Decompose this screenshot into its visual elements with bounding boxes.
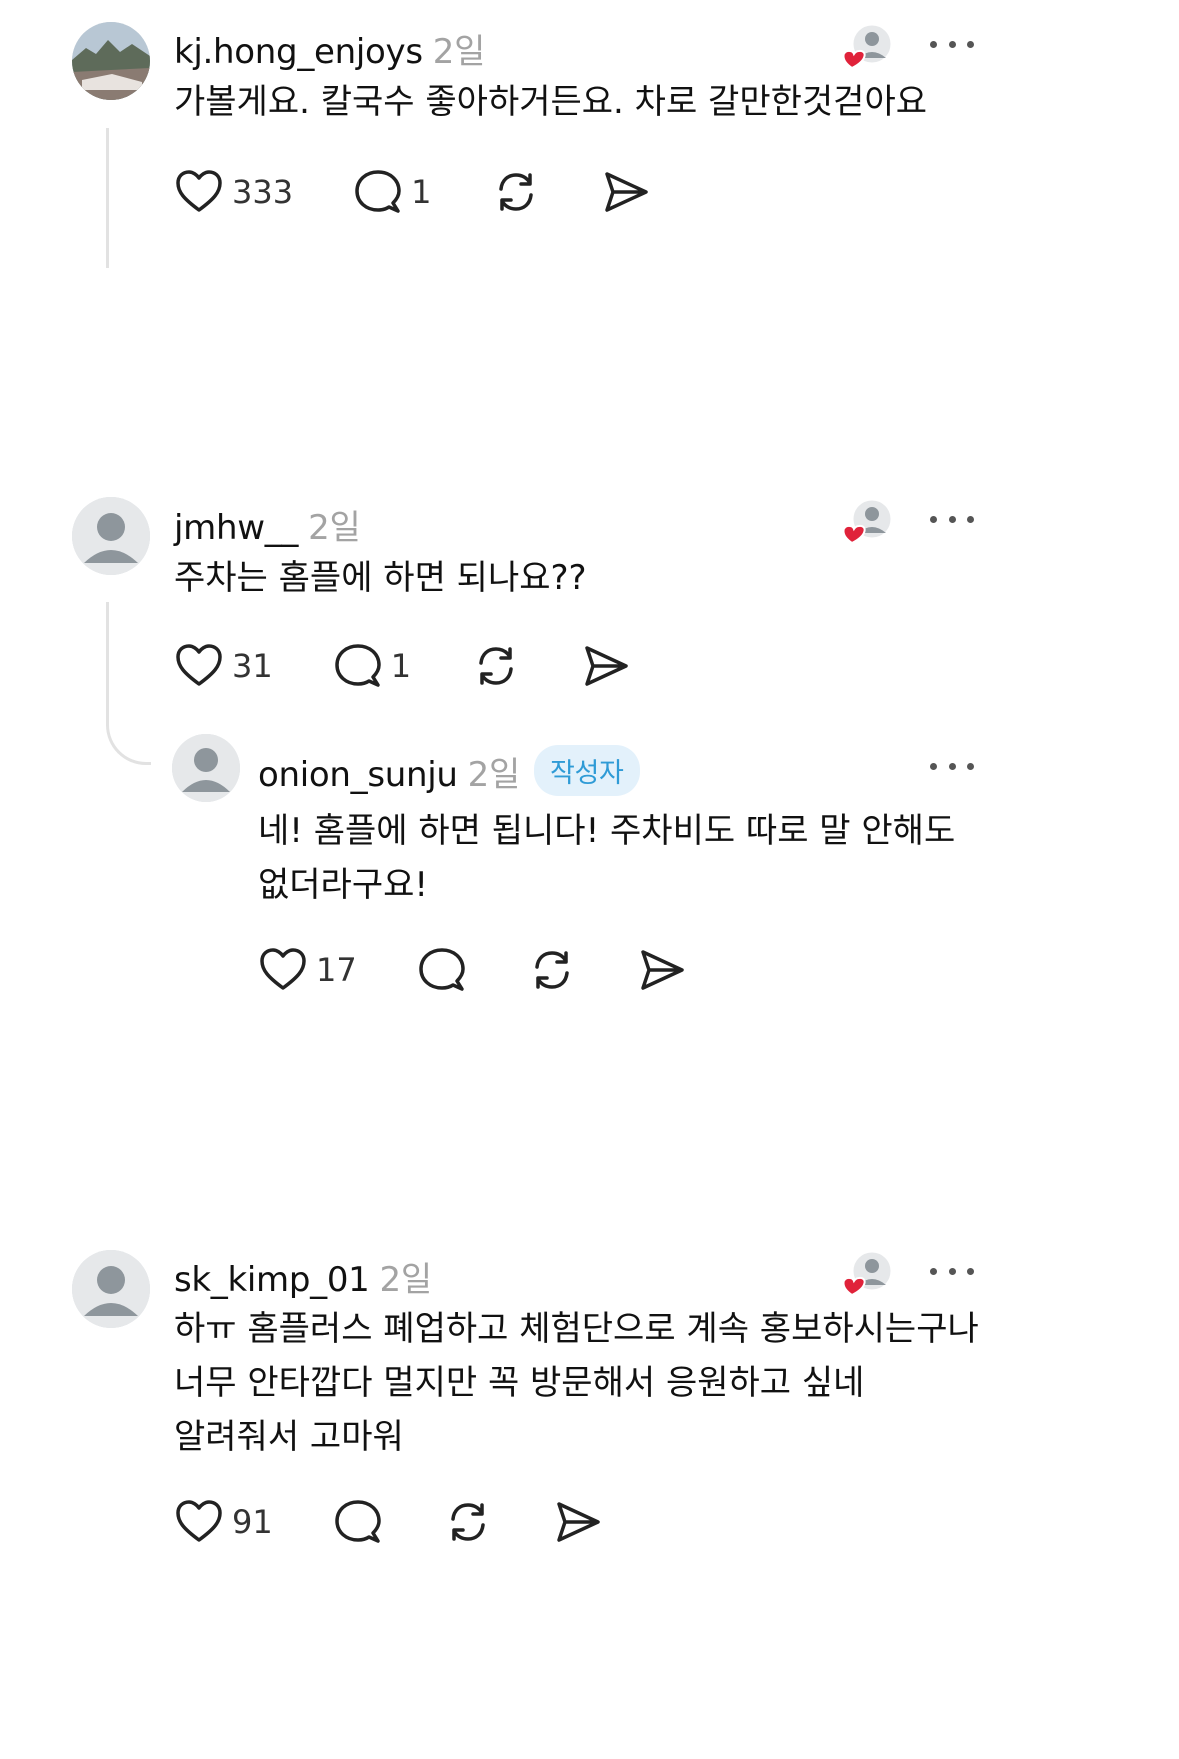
like-button[interactable]: 31 bbox=[174, 641, 273, 691]
avatar[interactable] bbox=[172, 734, 240, 802]
reply-button[interactable] bbox=[333, 1497, 383, 1547]
reply-count: 1 bbox=[390, 647, 412, 685]
like-count: 91 bbox=[232, 1503, 273, 1541]
heart-icon bbox=[176, 1500, 222, 1542]
repost-icon bbox=[534, 951, 569, 989]
avatar[interactable] bbox=[72, 1250, 150, 1328]
thread-line bbox=[106, 128, 149, 268]
more-icon[interactable] bbox=[930, 513, 974, 525]
repost-button[interactable] bbox=[443, 1497, 493, 1547]
reply-count: 1 bbox=[411, 173, 432, 211]
repost-icon bbox=[479, 647, 513, 685]
comment-icon bbox=[334, 644, 381, 687]
thread-connector bbox=[106, 720, 151, 765]
timestamp: 2일 bbox=[308, 508, 361, 548]
repost-button[interactable] bbox=[491, 167, 541, 217]
heart-icon bbox=[176, 170, 222, 212]
username-text[interactable]: sk_kimp_01 bbox=[174, 1260, 370, 1300]
action-bar: 333 1 bbox=[174, 164, 711, 220]
liked-by-author-icon bbox=[838, 1247, 894, 1303]
username-text[interactable]: kj.hong_enjoys bbox=[174, 32, 423, 72]
username-text[interactable]: onion_sunju bbox=[258, 755, 458, 795]
timestamp: 2일 bbox=[467, 755, 521, 795]
share-button[interactable] bbox=[601, 167, 651, 217]
action-bar: 91 bbox=[174, 1494, 663, 1550]
more-icon[interactable] bbox=[930, 38, 974, 50]
comment-icon bbox=[418, 948, 465, 991]
reply-button[interactable] bbox=[417, 945, 467, 995]
username[interactable]: kj.hong_enjoys 2일 bbox=[174, 24, 485, 73]
comment-icon bbox=[334, 1500, 381, 1543]
more-icon[interactable] bbox=[930, 1265, 974, 1277]
share-icon bbox=[605, 172, 649, 212]
like-count: 17 bbox=[316, 951, 357, 989]
share-icon bbox=[556, 1502, 600, 1542]
like-button[interactable]: 91 bbox=[174, 1497, 273, 1547]
like-count: 333 bbox=[232, 173, 294, 211]
repost-button[interactable] bbox=[471, 641, 521, 691]
share-button[interactable] bbox=[581, 641, 631, 691]
comment-text: 가볼게요. 칼국수 좋아하거든요. 차로 갈만한것걷아요 bbox=[174, 82, 928, 122]
comment-text: 하ㅠ 홈플러스 폐업하고 체험단으로 계속 홍보하시는구나 너무 안타깝다 멀지… bbox=[174, 1309, 979, 1457]
reply-button[interactable]: 1 bbox=[353, 167, 431, 217]
liked-by-author-icon bbox=[838, 20, 894, 76]
action-bar: 17 bbox=[258, 942, 747, 998]
avatar[interactable] bbox=[72, 22, 150, 100]
username[interactable]: jmhw__ 2일 bbox=[174, 500, 361, 549]
author-badge: 작성자 bbox=[533, 745, 640, 796]
repost-button[interactable] bbox=[527, 945, 577, 995]
share-button[interactable] bbox=[553, 1497, 603, 1547]
comment-icon bbox=[355, 170, 401, 213]
username[interactable]: onion_sunju 2일 작성자 bbox=[258, 745, 640, 796]
comment-text: 주차는 홈플에 하면 되나요?? bbox=[174, 558, 587, 598]
liked-by-author-icon bbox=[838, 495, 894, 551]
avatar[interactable] bbox=[72, 497, 150, 575]
username[interactable]: sk_kimp_01 2일 bbox=[174, 1252, 432, 1301]
thread-line bbox=[106, 602, 149, 722]
reply-button[interactable]: 1 bbox=[333, 641, 411, 691]
heart-icon bbox=[176, 644, 222, 686]
repost-icon bbox=[450, 1503, 485, 1541]
share-icon bbox=[585, 646, 628, 686]
like-count: 31 bbox=[232, 647, 273, 685]
repost-icon bbox=[499, 173, 534, 211]
share-button[interactable] bbox=[637, 945, 687, 995]
heart-icon bbox=[260, 948, 306, 990]
share-icon bbox=[640, 950, 684, 990]
timestamp: 2일 bbox=[432, 32, 486, 72]
reply-text: 네! 홈플에 하면 됩니다! 주차비도 따로 말 안해도 없더라구요! bbox=[258, 811, 956, 905]
more-icon[interactable] bbox=[930, 760, 974, 772]
action-bar: 31 1 bbox=[174, 638, 691, 694]
username-text[interactable]: jmhw__ bbox=[174, 508, 298, 548]
like-button[interactable]: 333 bbox=[174, 167, 293, 217]
like-button[interactable]: 17 bbox=[258, 945, 357, 995]
timestamp: 2일 bbox=[379, 1260, 433, 1300]
